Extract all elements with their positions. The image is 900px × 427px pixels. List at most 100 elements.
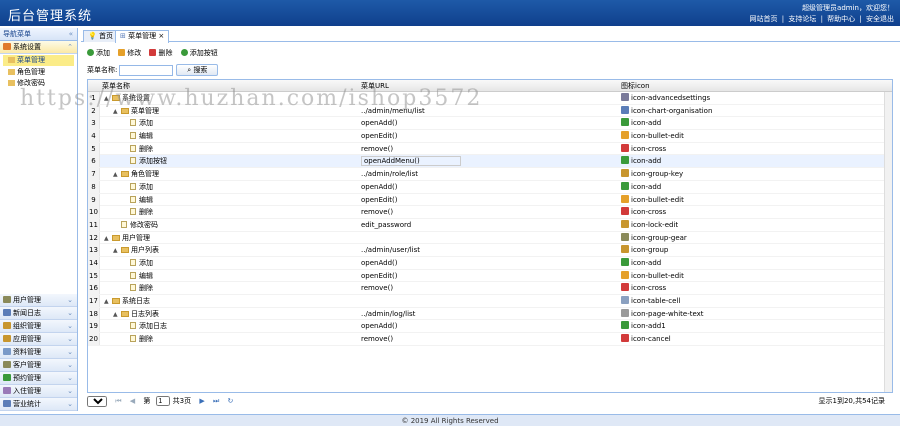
expand-toggle-icon[interactable]: ▲ (113, 245, 121, 257)
forum-link[interactable]: 支持论坛 (788, 15, 816, 23)
sidebar-section-customers[interactable]: 客户管理 ⌄ (0, 359, 77, 372)
menu-name-text: 删除 (139, 335, 153, 344)
tab-menu-management[interactable]: ⊞ 菜单管理 × (115, 30, 170, 43)
row-number: 7 (88, 168, 100, 181)
table-row[interactable]: 6 添加按钮 openAddMenu() icon-add (88, 155, 892, 169)
delete-button[interactable]: 删除 (149, 48, 172, 58)
home-site-link[interactable]: 网站首页 (750, 15, 778, 23)
refresh-icon[interactable]: ↻ (228, 394, 234, 408)
next-page-icon[interactable]: ▶ (199, 394, 204, 408)
sidebar-section-checkin[interactable]: 入住管理 ⌄ (0, 385, 77, 398)
chevron-down-icon: ⌄ (67, 387, 73, 395)
sidebar-section-org[interactable]: 组织管理 ⌄ (0, 320, 77, 333)
table-row[interactable]: 4 编辑 openEdit() icon-bullet-edit (88, 130, 892, 143)
table-row[interactable]: 8 添加 openAdd() icon-add (88, 180, 892, 194)
sidebar-section-system[interactable]: 系统设置 ⌃ (0, 41, 77, 54)
table-row[interactable]: 10 删除 remove() icon-cross (88, 206, 892, 219)
expand-toggle-icon[interactable]: ▲ (104, 296, 112, 308)
search-button[interactable]: ⌕ 搜索 (176, 64, 219, 76)
collapse-sidebar-icon[interactable]: « (69, 28, 73, 41)
menu-item-icon (621, 169, 629, 178)
menu-url-text: openAdd() (361, 182, 398, 191)
table-row[interactable]: 3 添加 openAdd() icon-add (88, 117, 892, 131)
file-icon (130, 195, 136, 203)
add-menu-button[interactable]: 添加按钮 (180, 48, 218, 58)
column-header-icon[interactable]: 图标icon (621, 80, 650, 92)
menu-url-text: edit_password (361, 220, 412, 229)
edit-button[interactable]: 修改 (118, 48, 141, 58)
sidebar-item-label: 菜单管理 (17, 56, 45, 64)
expand-toggle-icon[interactable]: ▲ (113, 309, 121, 321)
button-label: 搜索 (193, 66, 208, 74)
apps-icon (3, 335, 11, 342)
app-title: 后台管理系统 (8, 9, 93, 24)
menu-url-editor[interactable]: openAddMenu() (361, 156, 461, 167)
table-row[interactable]: 13 ▲ 用户列表 ../admin/user/list icon-group (88, 244, 892, 257)
menu-item-icon (621, 143, 629, 152)
sidebar-section-news[interactable]: 新闻日志 ⌄ (0, 307, 77, 320)
icon-name-text: icon-chart-organisation (631, 106, 713, 115)
prev-page-icon[interactable]: ◀ (130, 394, 135, 408)
table-row[interactable]: 18 ▲ 日志列表 ../admin/log/list icon-page-white-… (88, 307, 892, 321)
folder-icon (121, 171, 129, 178)
sidebar-section-stats[interactable]: 营业统计 ⌄ (0, 398, 77, 411)
expand-toggle-icon[interactable]: ▲ (113, 169, 121, 181)
button-label: 修改 (127, 49, 142, 57)
menu-icon-cell: icon-bullet-edit (621, 270, 684, 282)
logout-link[interactable]: 安全退出 (866, 15, 894, 23)
chevron-down-icon: ⌄ (67, 374, 73, 382)
table-row[interactable]: 11 修改密码 edit_password icon-lock-edit (88, 218, 892, 232)
sidebar-section-users[interactable]: 用户管理 ⌄ (0, 294, 77, 307)
menu-url-cell: edit_password (361, 219, 411, 231)
sidebar-item-menu[interactable]: 菜单管理 (3, 55, 74, 66)
table-row[interactable]: 17 ▲ 系统日志 icon-table-cell (88, 295, 892, 308)
file-icon (130, 182, 136, 190)
sidebar-section-booking[interactable]: 预约管理 ⌄ (0, 372, 77, 385)
menu-icon-cell: icon-page-white-text (621, 308, 704, 320)
table-row[interactable]: 16 删除 remove() icon-cross (88, 282, 892, 295)
sitemap-icon: ⊞ (120, 32, 126, 40)
page-size-select[interactable]: 20 (87, 395, 107, 407)
sidebar-title: 导航菜单 (3, 30, 31, 38)
customers-icon (3, 361, 11, 368)
first-page-icon[interactable]: ⏮ (115, 394, 121, 408)
grid-scrollbar[interactable] (884, 92, 892, 392)
menu-name-cell: ▲ 系统日志 (104, 295, 150, 308)
table-row[interactable]: 19 添加日志 openAdd() icon-add1 (88, 320, 892, 334)
search-label: 菜单名称: (87, 66, 118, 74)
menu-name-input[interactable] (119, 64, 174, 76)
table-row[interactable]: 20 删除 remove() icon-cancel (88, 333, 892, 346)
file-icon (130, 284, 136, 292)
menu-name-cell: 编辑 (122, 194, 153, 206)
add-button[interactable]: 添加 (87, 48, 110, 58)
welcome-text: 超级管理员admin，欢迎您！ (802, 4, 894, 12)
section-label: 入住管理 (13, 387, 41, 395)
table-row[interactable]: 7 ▲ 角色管理 ../admin/role/list icon-group-key (88, 168, 892, 181)
menu-icon-cell: icon-add1 (621, 320, 666, 332)
help-link[interactable]: 帮助中心 (827, 15, 855, 23)
last-page-icon[interactable]: ⏭ (213, 394, 219, 408)
menu-url-cell: remove() (361, 206, 393, 218)
link-separator: | (781, 15, 785, 23)
tab-home[interactable]: 💡 首页 (83, 30, 118, 42)
table-row[interactable]: 5 删除 remove() icon-cross (88, 142, 892, 156)
close-icon[interactable]: × (158, 32, 164, 40)
row-number: 15 (88, 269, 100, 282)
table-row[interactable]: 15 编辑 openEdit() icon-bullet-edit (88, 269, 892, 283)
table-row[interactable]: 12 ▲ 用户管理 icon-group-gear (88, 231, 892, 245)
sidebar-section-apps[interactable]: 应用管理 ⌄ (0, 333, 77, 346)
menu-item-icon (621, 257, 629, 266)
icon-name-text: icon-cross (631, 284, 667, 293)
menu-item-icon (621, 219, 629, 228)
sidebar-item-role[interactable]: 角色管理 (0, 67, 77, 78)
file-icon (130, 144, 136, 152)
expand-toggle-icon[interactable]: ▲ (104, 233, 112, 245)
menu-name-cell: ▲ 用户列表 (113, 244, 159, 257)
menu-name-cell: ▲ 日志列表 (113, 308, 159, 321)
page-number-input[interactable] (156, 396, 171, 406)
icon-name-text: icon-add1 (631, 322, 666, 331)
table-row[interactable]: 9 编辑 openEdit() icon-bullet-edit (88, 193, 892, 207)
table-row[interactable]: 14 添加 openAdd() icon-add (88, 256, 892, 270)
sidebar-section-data[interactable]: 资料管理 ⌄ (0, 346, 77, 359)
icon-name-text: icon-add (631, 258, 662, 267)
